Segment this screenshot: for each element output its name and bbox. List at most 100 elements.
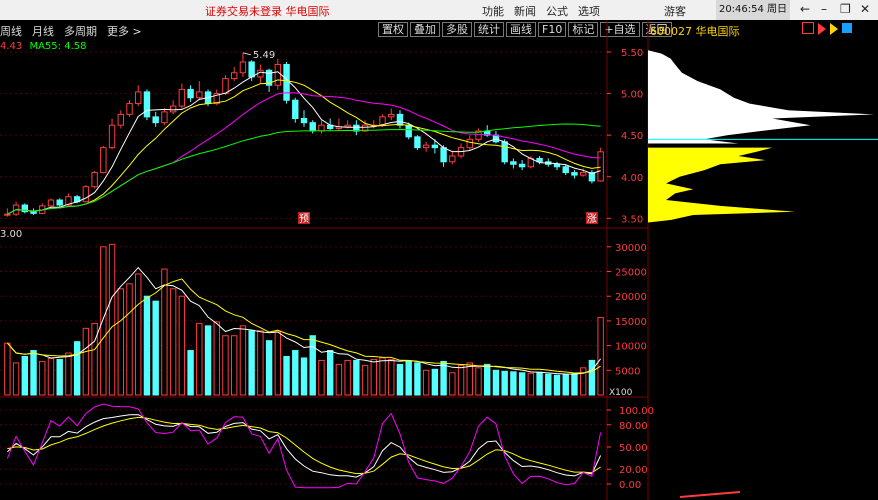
up-candle-body bbox=[239, 61, 247, 74]
up-volume-bar bbox=[12, 362, 20, 396]
up-candle-body bbox=[422, 144, 430, 149]
up-candle-body bbox=[257, 69, 264, 78]
up-candle-body bbox=[65, 196, 72, 206]
stats-button[interactable]: 统计 bbox=[474, 22, 504, 37]
down-candle-body bbox=[21, 204, 29, 213]
down-candle-body bbox=[396, 113, 404, 126]
window-title: 证券交易未登录 华电国际 bbox=[205, 5, 330, 18]
menu-function[interactable]: 功能 bbox=[482, 5, 504, 18]
up-volume-bar bbox=[108, 243, 116, 396]
tab-monthly[interactable]: 月线 bbox=[32, 25, 54, 38]
volume-tick-label: 5000 bbox=[615, 366, 640, 377]
down-volume-bar bbox=[204, 325, 212, 396]
volume-tick-label: 10000 bbox=[615, 342, 647, 353]
down-candle-body bbox=[204, 91, 212, 105]
down-volume-bar bbox=[501, 370, 508, 396]
up-candle-body bbox=[91, 172, 98, 188]
marker-label: 涨 bbox=[587, 213, 597, 225]
volume-unit-label: X100 bbox=[609, 388, 633, 398]
up-candle-body bbox=[579, 172, 587, 176]
down-candle-body bbox=[248, 61, 255, 78]
tab-multi-period[interactable]: 多周期 bbox=[64, 25, 97, 38]
down-candle-body bbox=[536, 157, 543, 163]
down-candle-body bbox=[56, 199, 63, 206]
volume-tick-label: 15000 bbox=[615, 317, 647, 328]
menu-news[interactable]: 新闻 bbox=[514, 5, 536, 18]
restore-icon[interactable]: ❐ bbox=[840, 2, 851, 16]
down-candle-body bbox=[545, 161, 552, 165]
menu-options[interactable]: 选项 bbox=[578, 5, 600, 18]
up-volume-bar bbox=[47, 357, 55, 396]
up-candle-body bbox=[361, 124, 369, 132]
down-volume-bar bbox=[510, 371, 517, 396]
profile-lower-yellow bbox=[648, 147, 795, 223]
down-volume-bar bbox=[353, 359, 360, 396]
down-volume-bar bbox=[152, 300, 159, 396]
up-volume-bar bbox=[361, 364, 369, 396]
up-candle-body bbox=[466, 138, 473, 149]
high-label: 5.49 bbox=[253, 50, 275, 61]
profile-upper-white bbox=[648, 50, 874, 144]
up-volume-bar bbox=[230, 335, 238, 396]
back-icon[interactable]: ← bbox=[800, 2, 810, 16]
close-icon[interactable]: ✕ bbox=[860, 2, 870, 16]
down-candle-body bbox=[73, 196, 81, 203]
up-volume-bar bbox=[370, 358, 378, 396]
up-volume-bar bbox=[39, 360, 46, 396]
up-volume-bar bbox=[466, 362, 473, 396]
down-candle-body bbox=[300, 118, 308, 124]
down-candle-body bbox=[440, 147, 447, 163]
layout-icon[interactable] bbox=[802, 22, 814, 34]
up-volume-bar bbox=[422, 369, 430, 396]
tab-weekly[interactable]: 周线 bbox=[0, 25, 22, 38]
up-candle-body bbox=[108, 124, 116, 149]
up-volume-bar bbox=[379, 357, 386, 396]
indicator-icons bbox=[802, 22, 856, 35]
volume-tick-label: 20000 bbox=[615, 292, 647, 303]
ma10-line bbox=[7, 79, 601, 215]
down-volume-bar bbox=[396, 363, 404, 396]
mark-button[interactable]: 标记 bbox=[568, 22, 599, 37]
down-volume-bar bbox=[518, 372, 526, 396]
up-volume-bar bbox=[457, 364, 465, 396]
up-volume-bar bbox=[579, 367, 587, 396]
up-volume-bar bbox=[388, 358, 395, 396]
down-volume-bar bbox=[431, 368, 439, 396]
up-volume-bar bbox=[344, 359, 351, 396]
marker-box bbox=[585, 212, 598, 224]
indicator-tick-label: 20.00 bbox=[619, 465, 648, 476]
grid-icon[interactable] bbox=[842, 23, 852, 33]
title-bar: 证券交易未登录 华电国际 功能 新闻 公式 选项 游客 20:46:54 周日 ← –… bbox=[0, 0, 878, 20]
draw-button[interactable]: 画线 bbox=[506, 22, 536, 37]
rights-button[interactable]: 置权 bbox=[378, 22, 408, 37]
minimize-icon[interactable]: – bbox=[821, 2, 827, 16]
up-candle-body bbox=[196, 91, 203, 99]
down-volume-bar bbox=[492, 369, 500, 396]
price-tick-label: 5.00 bbox=[621, 90, 643, 101]
play-icon[interactable] bbox=[818, 23, 826, 35]
up-volume-bar bbox=[318, 359, 325, 396]
play-yellow-icon[interactable] bbox=[830, 23, 838, 35]
stock-chart: 5.50 5.00 4.50 4.00 3.50 30000 25000 20000 15000… bbox=[0, 20, 878, 500]
up-candle-body bbox=[126, 103, 133, 115]
ma55-value: 4.58 bbox=[64, 41, 87, 52]
up-candle-body bbox=[100, 147, 107, 174]
up-candle-body bbox=[527, 157, 535, 168]
user-label[interactable]: 游客 bbox=[664, 3, 686, 19]
down-candle-body bbox=[309, 122, 316, 132]
down-volume-bar bbox=[283, 355, 290, 396]
overlay-button[interactable]: 叠加 bbox=[410, 22, 440, 37]
menu-formula[interactable]: 公式 bbox=[546, 5, 568, 18]
down-candle-body bbox=[518, 163, 526, 168]
volume-ma10-line bbox=[7, 278, 601, 374]
up-volume-bar bbox=[169, 288, 177, 396]
up-volume-bar bbox=[178, 295, 186, 396]
up-candle-body bbox=[12, 204, 20, 215]
up-volume-bar bbox=[196, 322, 203, 396]
tab-more[interactable]: 更多 > bbox=[107, 25, 142, 38]
f10-button[interactable]: F10 bbox=[538, 22, 567, 37]
up-candle-body bbox=[379, 116, 386, 126]
add-watchlist-button[interactable]: +自选 bbox=[600, 22, 640, 37]
multi-stock-button[interactable]: 多股 bbox=[442, 22, 472, 37]
up-candle-body bbox=[222, 78, 229, 95]
